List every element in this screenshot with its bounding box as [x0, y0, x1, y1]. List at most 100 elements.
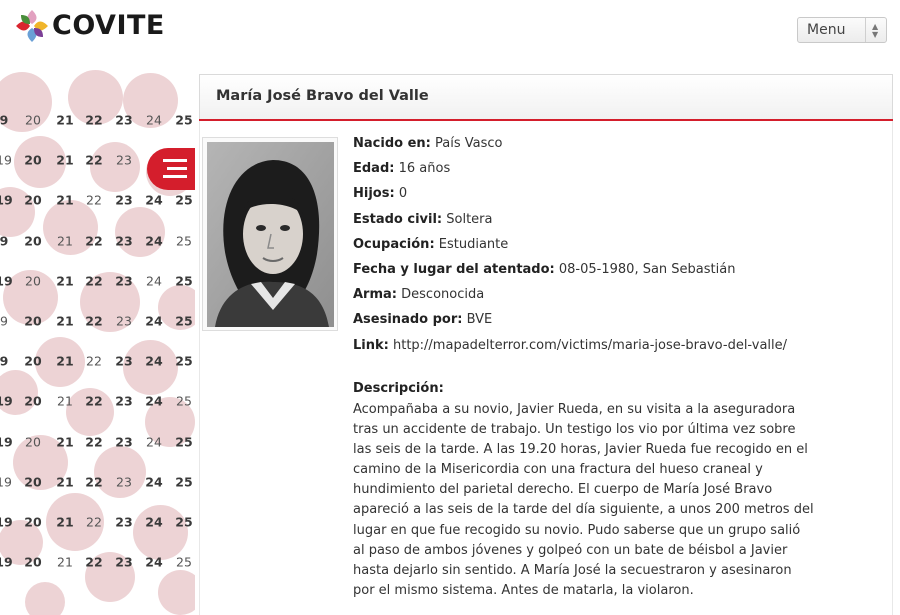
map-date-label[interactable]: 23 — [115, 434, 132, 449]
info-row: Arma: Desconocida — [353, 286, 813, 311]
map-date-label[interactable]: 22 — [85, 233, 102, 248]
map-date-label[interactable]: 25 — [176, 555, 192, 570]
map-date-label[interactable]: 21 — [56, 273, 73, 288]
map-date-label[interactable]: 19 — [0, 434, 13, 449]
victims-map[interactable]: 9 20 21 22 23 24 25 19 20 21 22 23 19 20 21 22 23 24 25 9 20… — [0, 62, 195, 615]
list-view-button[interactable] — [147, 148, 195, 190]
map-date-label[interactable]: 22 — [85, 314, 102, 329]
map-date-label[interactable]: 24 — [146, 273, 162, 288]
map-date-label[interactable]: 22 — [86, 193, 102, 208]
map-date-label[interactable]: 20 — [24, 515, 41, 530]
map-date-label[interactable]: 24 — [145, 515, 162, 530]
map-date-label[interactable]: 24 — [145, 555, 162, 570]
map-date-label[interactable]: 23 — [116, 153, 132, 168]
map-date-label[interactable]: 24 — [145, 314, 162, 329]
menu-select[interactable]: Menu ▲ ▼ — [797, 17, 887, 43]
map-date-label[interactable]: 20 — [24, 153, 41, 168]
map-date-label[interactable]: 24 — [145, 233, 162, 248]
map-date-label[interactable]: 21 — [57, 233, 73, 248]
map-date-label[interactable]: 25 — [175, 113, 192, 128]
map-date-label[interactable]: 23 — [116, 314, 132, 329]
brand-name[interactable]: COVITE — [52, 10, 165, 41]
map-date-label[interactable]: 22 — [85, 273, 102, 288]
map-date-label[interactable]: 23 — [116, 474, 132, 489]
map-date-label[interactable]: 23 — [115, 193, 132, 208]
map-date-label[interactable]: 20 — [24, 555, 41, 570]
map-date-label[interactable]: 22 — [85, 474, 102, 489]
map-date-label[interactable]: 20 — [24, 474, 41, 489]
map-date-label[interactable]: 20 — [24, 354, 41, 369]
map-date-label[interactable]: 20 — [25, 434, 41, 449]
map-date-label[interactable]: 24 — [145, 193, 162, 208]
info-label: Asesinado por: — [353, 312, 463, 328]
map-date-label[interactable]: 21 — [56, 515, 73, 530]
map-date-label[interactable]: 22 — [86, 354, 102, 369]
map-cluster[interactable] — [157, 569, 195, 615]
map-date-label[interactable]: 25 — [175, 193, 192, 208]
map-date-label[interactable]: 23 — [115, 273, 132, 288]
map-date-label[interactable]: 21 — [56, 153, 73, 168]
info-value: País Vasco — [435, 136, 503, 151]
map-date-label[interactable]: 21 — [56, 354, 73, 369]
map-date-label[interactable]: 21 — [56, 113, 73, 128]
covite-logo-icon[interactable] — [14, 8, 50, 44]
map-date-label[interactable]: 23 — [115, 394, 132, 409]
map-date-label[interactable]: 23 — [115, 354, 132, 369]
map-cluster[interactable] — [25, 582, 65, 615]
map-date-label[interactable]: 19 — [0, 515, 13, 530]
map-date-label[interactable]: 19 — [0, 193, 13, 208]
map-date-label[interactable]: 22 — [85, 153, 102, 168]
description-text: Acompañaba a su novio, Javier Rueda, en … — [353, 402, 814, 598]
map-date-label[interactable]: 19 — [0, 273, 13, 288]
map-date-label[interactable]: 24 — [145, 394, 162, 409]
map-date-label[interactable]: 22 — [85, 394, 102, 409]
map-date-label[interactable]: 21 — [56, 314, 73, 329]
map-date-label[interactable]: 25 — [175, 354, 192, 369]
map-date-label[interactable]: 20 — [24, 193, 41, 208]
victim-link[interactable]: http://mapadelterror.com/victims/maria-j… — [393, 338, 787, 353]
map-date-label[interactable]: 20 — [24, 314, 41, 329]
map-date-label[interactable]: 25 — [176, 394, 192, 409]
map-date-label[interactable]: 23 — [115, 515, 132, 530]
map-cluster[interactable] — [132, 504, 188, 560]
map-date-label[interactable]: 24 — [145, 474, 162, 489]
map-date-label[interactable]: 23 — [115, 233, 132, 248]
map-date-label[interactable]: 25 — [175, 434, 192, 449]
map-date-label[interactable]: 19 — [0, 474, 12, 489]
map-date-label[interactable]: 22 — [85, 113, 102, 128]
map-date-label[interactable]: 22 — [85, 434, 102, 449]
map-date-label[interactable]: 24 — [146, 113, 162, 128]
map-date-label[interactable]: 21 — [57, 555, 73, 570]
map-date-label[interactable]: 20 — [24, 233, 41, 248]
map-date-label[interactable]: 19 — [0, 555, 13, 570]
map-date-label[interactable]: 25 — [175, 273, 192, 288]
map-date-label[interactable]: 9 — [0, 233, 8, 248]
map-date-label[interactable]: 9 — [0, 354, 8, 369]
map-date-label[interactable]: 9 — [0, 113, 8, 128]
map-date-label[interactable]: 9 — [0, 314, 8, 329]
map-date-label[interactable]: 19 — [0, 153, 12, 168]
map-date-label[interactable]: 25 — [175, 314, 192, 329]
map-date-label[interactable]: 22 — [85, 555, 102, 570]
map-date-label[interactable]: 21 — [56, 193, 73, 208]
map-date-label[interactable]: 23 — [115, 113, 132, 128]
map-date-label[interactable]: 24 — [145, 354, 162, 369]
map-date-label[interactable]: 20 — [24, 394, 41, 409]
map-cluster[interactable] — [115, 207, 165, 257]
info-value: Soltera — [446, 211, 493, 227]
map-date-label[interactable]: 25 — [175, 515, 192, 530]
map-date-label[interactable]: 24 — [146, 434, 162, 449]
map-date-label[interactable]: 20 — [25, 113, 41, 128]
map-date-label[interactable]: 23 — [115, 555, 132, 570]
map-date-label[interactable]: 21 — [57, 394, 73, 409]
map-date-label[interactable]: 25 — [175, 474, 192, 489]
map-date-label[interactable]: 20 — [25, 273, 41, 288]
info-label: Edad: — [353, 161, 395, 177]
map-date-label[interactable]: 21 — [56, 434, 73, 449]
map-date-label[interactable]: 22 — [86, 515, 102, 530]
site-header: COVITE Menu ▲ ▼ — [0, 0, 900, 62]
map-date-label[interactable]: 19 — [0, 394, 13, 409]
map-date-label[interactable]: 25 — [176, 233, 192, 248]
map-date-label[interactable]: 21 — [56, 474, 73, 489]
map-cluster[interactable] — [94, 446, 146, 498]
